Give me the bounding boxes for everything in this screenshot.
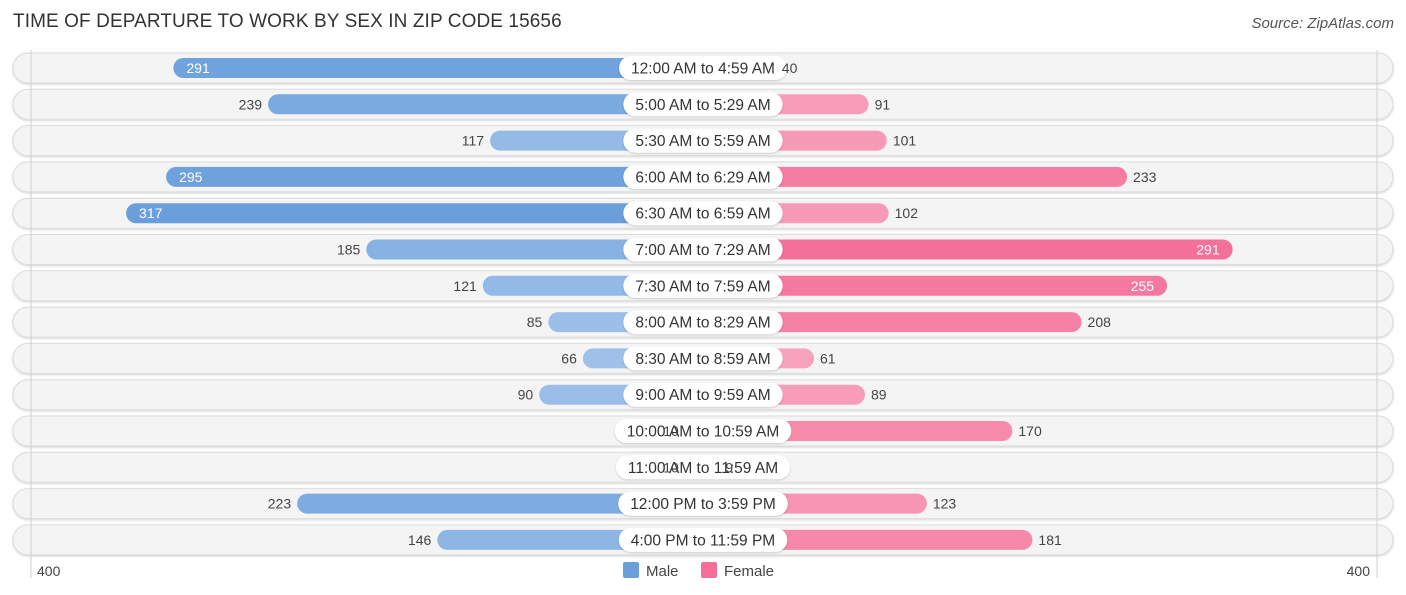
category-label: 8:00 AM to 8:29 AM bbox=[635, 315, 770, 332]
male-value-label: 85 bbox=[527, 314, 543, 330]
male-value-label: 146 bbox=[408, 532, 432, 548]
female-value-label: 291 bbox=[1196, 242, 1220, 258]
female-value-label: 123 bbox=[933, 496, 957, 512]
female-value-label: 9 bbox=[725, 459, 733, 475]
male-value-label: 121 bbox=[453, 278, 477, 294]
category-label: 6:00 AM to 6:29 AM bbox=[635, 169, 770, 186]
category-label: 4:00 PM to 11:59 PM bbox=[631, 532, 775, 549]
female-value-label: 102 bbox=[895, 205, 919, 221]
male-value-label: 295 bbox=[179, 169, 203, 185]
category-label: 6:30 AM to 6:59 AM bbox=[635, 206, 770, 223]
axis-label-right: 400 bbox=[1347, 563, 1371, 579]
bar-row: 6:30 AM to 6:59 AM 317 102 bbox=[12, 197, 1394, 229]
legend-label-male: Male bbox=[646, 563, 679, 580]
male-value-label: 66 bbox=[561, 350, 577, 366]
bar-row: 4:00 PM to 11:59 PM 146 181 bbox=[12, 524, 1394, 556]
male-value-label: 117 bbox=[462, 133, 485, 149]
female-value-label: 40 bbox=[782, 60, 798, 76]
category-label: 12:00 PM to 3:59 PM bbox=[630, 496, 776, 513]
bar-row: 8:00 AM to 8:29 AM 85 208 bbox=[12, 306, 1394, 338]
axis-label-left: 400 bbox=[37, 563, 61, 579]
bar-row: 11:00 AM to 11:59 AM10 9 bbox=[12, 451, 1394, 483]
bar-row: 12:00 AM to 4:59 AM 291 40 bbox=[12, 52, 1394, 84]
category-label: 5:30 AM to 5:59 AM bbox=[635, 133, 770, 150]
bar-row: 7:00 AM to 7:29 AM 185 291 bbox=[12, 234, 1394, 265]
bar-row: 7:30 AM to 7:59 AM 121 255 bbox=[12, 270, 1394, 302]
female-value-label: 170 bbox=[1018, 423, 1042, 439]
category-label: 12:00 AM to 4:59 AM bbox=[631, 61, 775, 78]
bar-row: 5:00 AM to 5:29 AM 239 91 bbox=[12, 88, 1394, 120]
category-label: 11:00 AM to 11:59 AM bbox=[628, 460, 778, 477]
bar-row: 8:30 AM to 8:59 AM 66 61 bbox=[12, 342, 1394, 374]
category-label: 7:00 AM to 7:29 AM bbox=[635, 242, 770, 259]
male-value-label: 239 bbox=[239, 96, 263, 112]
female-value-label: 101 bbox=[893, 133, 917, 149]
female-value-label: 61 bbox=[820, 350, 836, 366]
category-label: 9:00 AM to 9:59 AM bbox=[635, 387, 770, 404]
bar-row: 6:00 AM to 6:29 AM 295 233 bbox=[12, 161, 1394, 193]
female-value-label: 255 bbox=[1131, 278, 1155, 294]
legend-swatch-female bbox=[701, 562, 717, 578]
male-value-label: 90 bbox=[518, 387, 534, 403]
male-value-label: 10 bbox=[663, 459, 679, 475]
category-label: 10:00 AM to 10:59 AM bbox=[627, 424, 780, 441]
male-value-label: 291 bbox=[186, 60, 210, 76]
legend-swatch-male bbox=[623, 562, 639, 578]
female-value-label: 89 bbox=[871, 387, 887, 403]
male-value-label: 185 bbox=[337, 242, 361, 258]
bar-row: 10:00 AM to 10:59 AM10 170 bbox=[12, 415, 1394, 447]
chart-canvas: 12:00 AM to 4:59 AM 291 40 5:00 AM to 5:29 … bbox=[12, 50, 1394, 580]
bar-row: 12:00 PM to 3:59 PM 223 123 bbox=[12, 488, 1394, 520]
category-label: 7:30 AM to 7:59 AM bbox=[635, 278, 770, 295]
category-label: 8:30 AM to 8:59 AM bbox=[635, 351, 770, 368]
male-value-label: 317 bbox=[139, 205, 163, 221]
female-value-label: 233 bbox=[1133, 169, 1157, 185]
category-label: 5:00 AM to 5:29 AM bbox=[635, 97, 770, 114]
male-value-label: 10 bbox=[663, 423, 679, 439]
legend-label-female: Female bbox=[724, 563, 774, 580]
female-value-label: 181 bbox=[1038, 532, 1062, 548]
male-value-label: 223 bbox=[268, 496, 292, 512]
bar-row: 9:00 AM to 9:59 AM 90 89 bbox=[12, 379, 1394, 411]
female-value-label: 208 bbox=[1088, 314, 1112, 330]
bar-row: 5:30 AM to 5:59 AM 117 101 bbox=[12, 125, 1394, 157]
female-value-label: 91 bbox=[875, 96, 891, 112]
